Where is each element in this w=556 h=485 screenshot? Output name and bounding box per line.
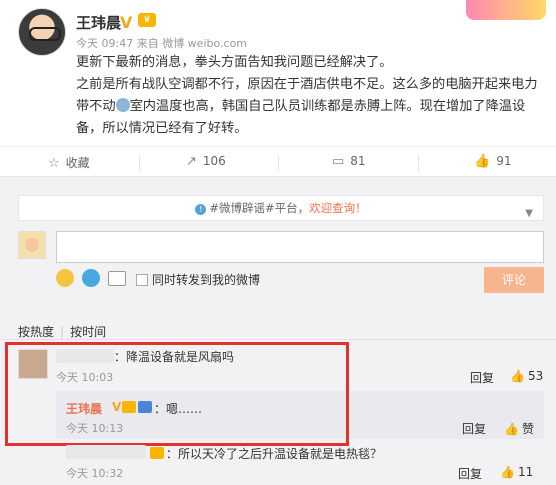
thumb-up-icon: 👍	[474, 154, 491, 169]
reply-like-button[interactable]: 👍 赞	[504, 420, 534, 437]
gif-icon[interactable]	[82, 269, 100, 287]
chevron-down-icon[interactable]: ▼	[525, 202, 533, 226]
thumb-up-icon: 👍	[500, 465, 515, 479]
thumb-up-icon: 👍	[504, 422, 519, 436]
separator: |	[60, 325, 65, 339]
comment-time: 今天 10:32	[66, 467, 124, 480]
comment-button[interactable]: ▭ 81	[332, 154, 366, 169]
reply-button[interactable]: 回复	[458, 465, 482, 482]
comment-like-count: 53	[527, 369, 544, 383]
vip-badge-icon	[150, 447, 164, 459]
sort-bar: 按热度 | 按时间	[18, 323, 106, 340]
submit-comment-button[interactable]: 评论	[484, 267, 544, 293]
commenter-name-redacted	[66, 445, 146, 459]
reply-button[interactable]: 回复	[462, 420, 486, 437]
thumb-up-icon: 👍	[510, 369, 525, 383]
favorite-button[interactable]: ☆ 收藏	[48, 154, 90, 171]
post-paragraph-1: 更新下最新的消息，拳头方面告知我问题已经解决了。	[76, 55, 393, 70]
comment-like-button[interactable]: 👍 11	[500, 465, 533, 479]
user-name[interactable]: 王玮晨	[76, 12, 121, 33]
sort-time[interactable]: 按时间	[70, 325, 106, 339]
divider	[418, 155, 419, 171]
like-button[interactable]: 👍 91	[474, 154, 511, 169]
comment-count: 81	[350, 154, 366, 168]
reply-like-label: 赞	[521, 422, 534, 436]
like-count: 91	[496, 154, 512, 168]
my-avatar	[18, 231, 46, 259]
reply-button[interactable]: 回复	[470, 369, 494, 386]
forward-checkbox[interactable]: 同时转发到我的微博	[136, 271, 260, 288]
comment-input[interactable]	[56, 231, 544, 263]
banner-decoration	[466, 0, 546, 20]
divider	[278, 155, 279, 171]
post-paragraph-2: 之前是所有战队空调都不行，原因在于酒店供电不足。这么多的电脑开起来电力带不动 室内…	[76, 74, 546, 140]
comment-text: ：所以天冷了之后升温设备就是电热毯？	[166, 447, 383, 461]
vip-badge-icon: ♛	[138, 13, 156, 27]
forward-label: 同时转发到我的微博	[152, 273, 261, 287]
forward-count: 106	[202, 154, 226, 168]
comment-like-button[interactable]: 👍 53	[510, 369, 543, 383]
forward-icon: ↗	[186, 154, 197, 169]
comment-like-count: 11	[517, 465, 534, 479]
notice-prefix: #微博辟谣#平台，	[209, 201, 310, 215]
rumor-notice: ! #微博辟谣#平台，欢迎查询！ ▼	[18, 195, 544, 221]
highlight-frame	[5, 342, 349, 446]
checkbox[interactable]	[136, 274, 148, 286]
comment-icon: ▭	[332, 154, 345, 169]
comment-area: ! #微博辟谣#平台，欢迎查询！ ▼ 同时转发到我的微博 评论 按热度 | 按时间 ：…	[0, 176, 556, 485]
forward-button[interactable]: ↗ 106	[186, 154, 226, 169]
divider	[139, 155, 140, 171]
post-paragraph-2b: 室内温度也高，韩国自己队员训练都是赤膊上阵。现在增加了降温设备，所以情况已经有了…	[76, 99, 526, 136]
post-text: 更新下最新的消息，拳头方面告知我问题已经解决了。 之前是所有战队空调都不行，原因…	[76, 52, 546, 140]
v-badge-icon: V	[120, 13, 133, 32]
emoji-icon[interactable]	[56, 269, 74, 287]
divider	[0, 339, 556, 340]
action-bar: ☆ 收藏 ↗ 106 ▭ 81 👍 91	[0, 146, 556, 176]
sort-hot[interactable]: 按热度	[18, 325, 54, 339]
emoji-icon	[115, 98, 130, 112]
avatar[interactable]	[18, 8, 66, 56]
favorite-label: 收藏	[65, 156, 90, 170]
notice-link[interactable]: 欢迎查询！	[309, 201, 367, 215]
info-icon: !	[195, 204, 207, 215]
star-icon: ☆	[48, 156, 60, 171]
image-icon[interactable]	[108, 271, 126, 286]
post-meta: 今天 09:47 来自 微博 weibo.com	[76, 37, 248, 50]
